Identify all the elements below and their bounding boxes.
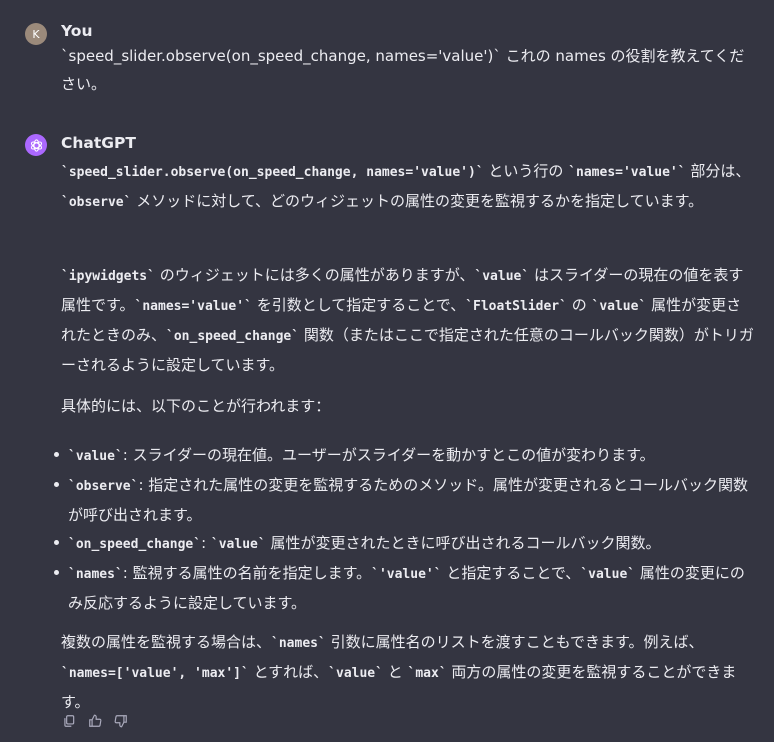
user-avatar: K	[25, 23, 47, 45]
inline-code: `names='value'`	[568, 165, 686, 180]
assistant-name: ChatGPT	[61, 134, 136, 152]
inline-code: `names=['value', 'max']`	[61, 666, 249, 681]
user-name: You	[61, 22, 93, 40]
assistant-paragraph-2: `ipywidgets` のウィジェットには多くの属性がありますが、`value…	[61, 261, 756, 379]
paragraph-text: 部分は、	[685, 162, 751, 180]
inline-code: `observe`	[61, 195, 132, 210]
thumbs-up-button[interactable]	[87, 713, 103, 729]
list-item-text: :	[201, 534, 211, 552]
copy-icon	[64, 715, 75, 727]
inline-code: `observe`	[68, 479, 139, 494]
inline-code: `value`	[474, 269, 530, 284]
paragraph-text: と	[382, 663, 408, 681]
list-item: `observe`: 指定された属性の変更を監視するためのメソッド。属性が変更さ…	[52, 471, 757, 529]
paragraph-text: のウィジェットには多くの属性がありますが、	[154, 266, 475, 284]
paragraph-text: の	[566, 296, 592, 314]
thumbs-down-icon	[114, 715, 127, 728]
list-item: `value`: スライダーの現在値。ユーザーがスライダーを動かすとこの値が変わ…	[52, 441, 757, 471]
user-message: `speed_slider.observe(on_speed_change, n…	[61, 42, 756, 98]
list-item-text: 属性が変更されたときに呼び出されるコールバック関数。	[265, 534, 661, 552]
inline-code: `max`	[407, 666, 447, 681]
inline-code: `FloatSlider`	[465, 299, 567, 314]
inline-code: `speed_slider.observe(on_speed_change, n…	[61, 165, 484, 180]
inline-code: `on_speed_change`	[166, 329, 300, 344]
inline-code: `names`	[68, 567, 123, 582]
list-item-text: と指定することで、	[441, 564, 581, 582]
inline-code: `on_speed_change`	[68, 537, 202, 552]
inline-code: `value`	[328, 666, 383, 681]
paragraph-text: を引数として指定することで、	[251, 296, 466, 314]
paragraph-text: 複数の属性を監視する場合は、	[61, 633, 272, 651]
paragraph-text: という行の	[483, 162, 569, 180]
paragraph-text: 引数に属性名のリストを渡すこともできます。例えば、	[325, 633, 704, 651]
bullet-list: `value`: スライダーの現在値。ユーザーがスライダーを動かすとこの値が変わ…	[52, 441, 757, 617]
assistant-paragraph-4: 複数の属性を監視する場合は、`names` 引数に属性名のリストを渡すこともでき…	[61, 628, 756, 716]
list-item: `on_speed_change`: `value` 属性が変更されたときに呼び…	[52, 529, 757, 559]
user-avatar-letter: K	[32, 27, 40, 41]
message-actions	[61, 713, 129, 729]
list-item-text: : スライダーの現在値。ユーザーがスライダーを動かすとこの値が変わります。	[122, 446, 655, 464]
list-item-text: : 監視する属性の名前を指定します。	[122, 564, 372, 582]
list-item: `names`: 監視する属性の名前を指定します。`'value'` と指定する…	[52, 559, 757, 617]
inline-code: `value`	[591, 299, 647, 314]
inline-code: `value`	[210, 537, 266, 552]
openai-logo-icon	[30, 138, 42, 152]
inline-code: `'value'`	[371, 567, 442, 582]
inline-code: `names`	[271, 636, 326, 651]
inline-code: `value`	[580, 567, 636, 582]
thumbs-down-button[interactable]	[113, 713, 129, 729]
inline-code: `value`	[68, 449, 123, 464]
paragraph-text: とすれば、	[248, 663, 329, 681]
assistant-paragraph-3: 具体的には、以下のことが行われます：	[61, 397, 331, 415]
copy-button[interactable]	[61, 713, 77, 729]
thumbs-up-icon	[89, 714, 102, 727]
user-message-code: `speed_slider.observe(on_speed_change, n…	[61, 47, 501, 65]
paragraph-text: メソッドに対して、どのウィジェットの属性の変更を監視するかを指定しています。	[131, 192, 704, 210]
assistant-paragraph-1: `speed_slider.observe(on_speed_change, n…	[61, 157, 756, 217]
inline-code: `ipywidgets`	[61, 269, 155, 284]
chatgpt-avatar	[25, 134, 47, 156]
list-item-text: : 指定された属性の変更を監視するためのメソッド。属性が変更されるとコールバック…	[68, 476, 748, 524]
inline-code: `names='value'`	[134, 299, 252, 314]
